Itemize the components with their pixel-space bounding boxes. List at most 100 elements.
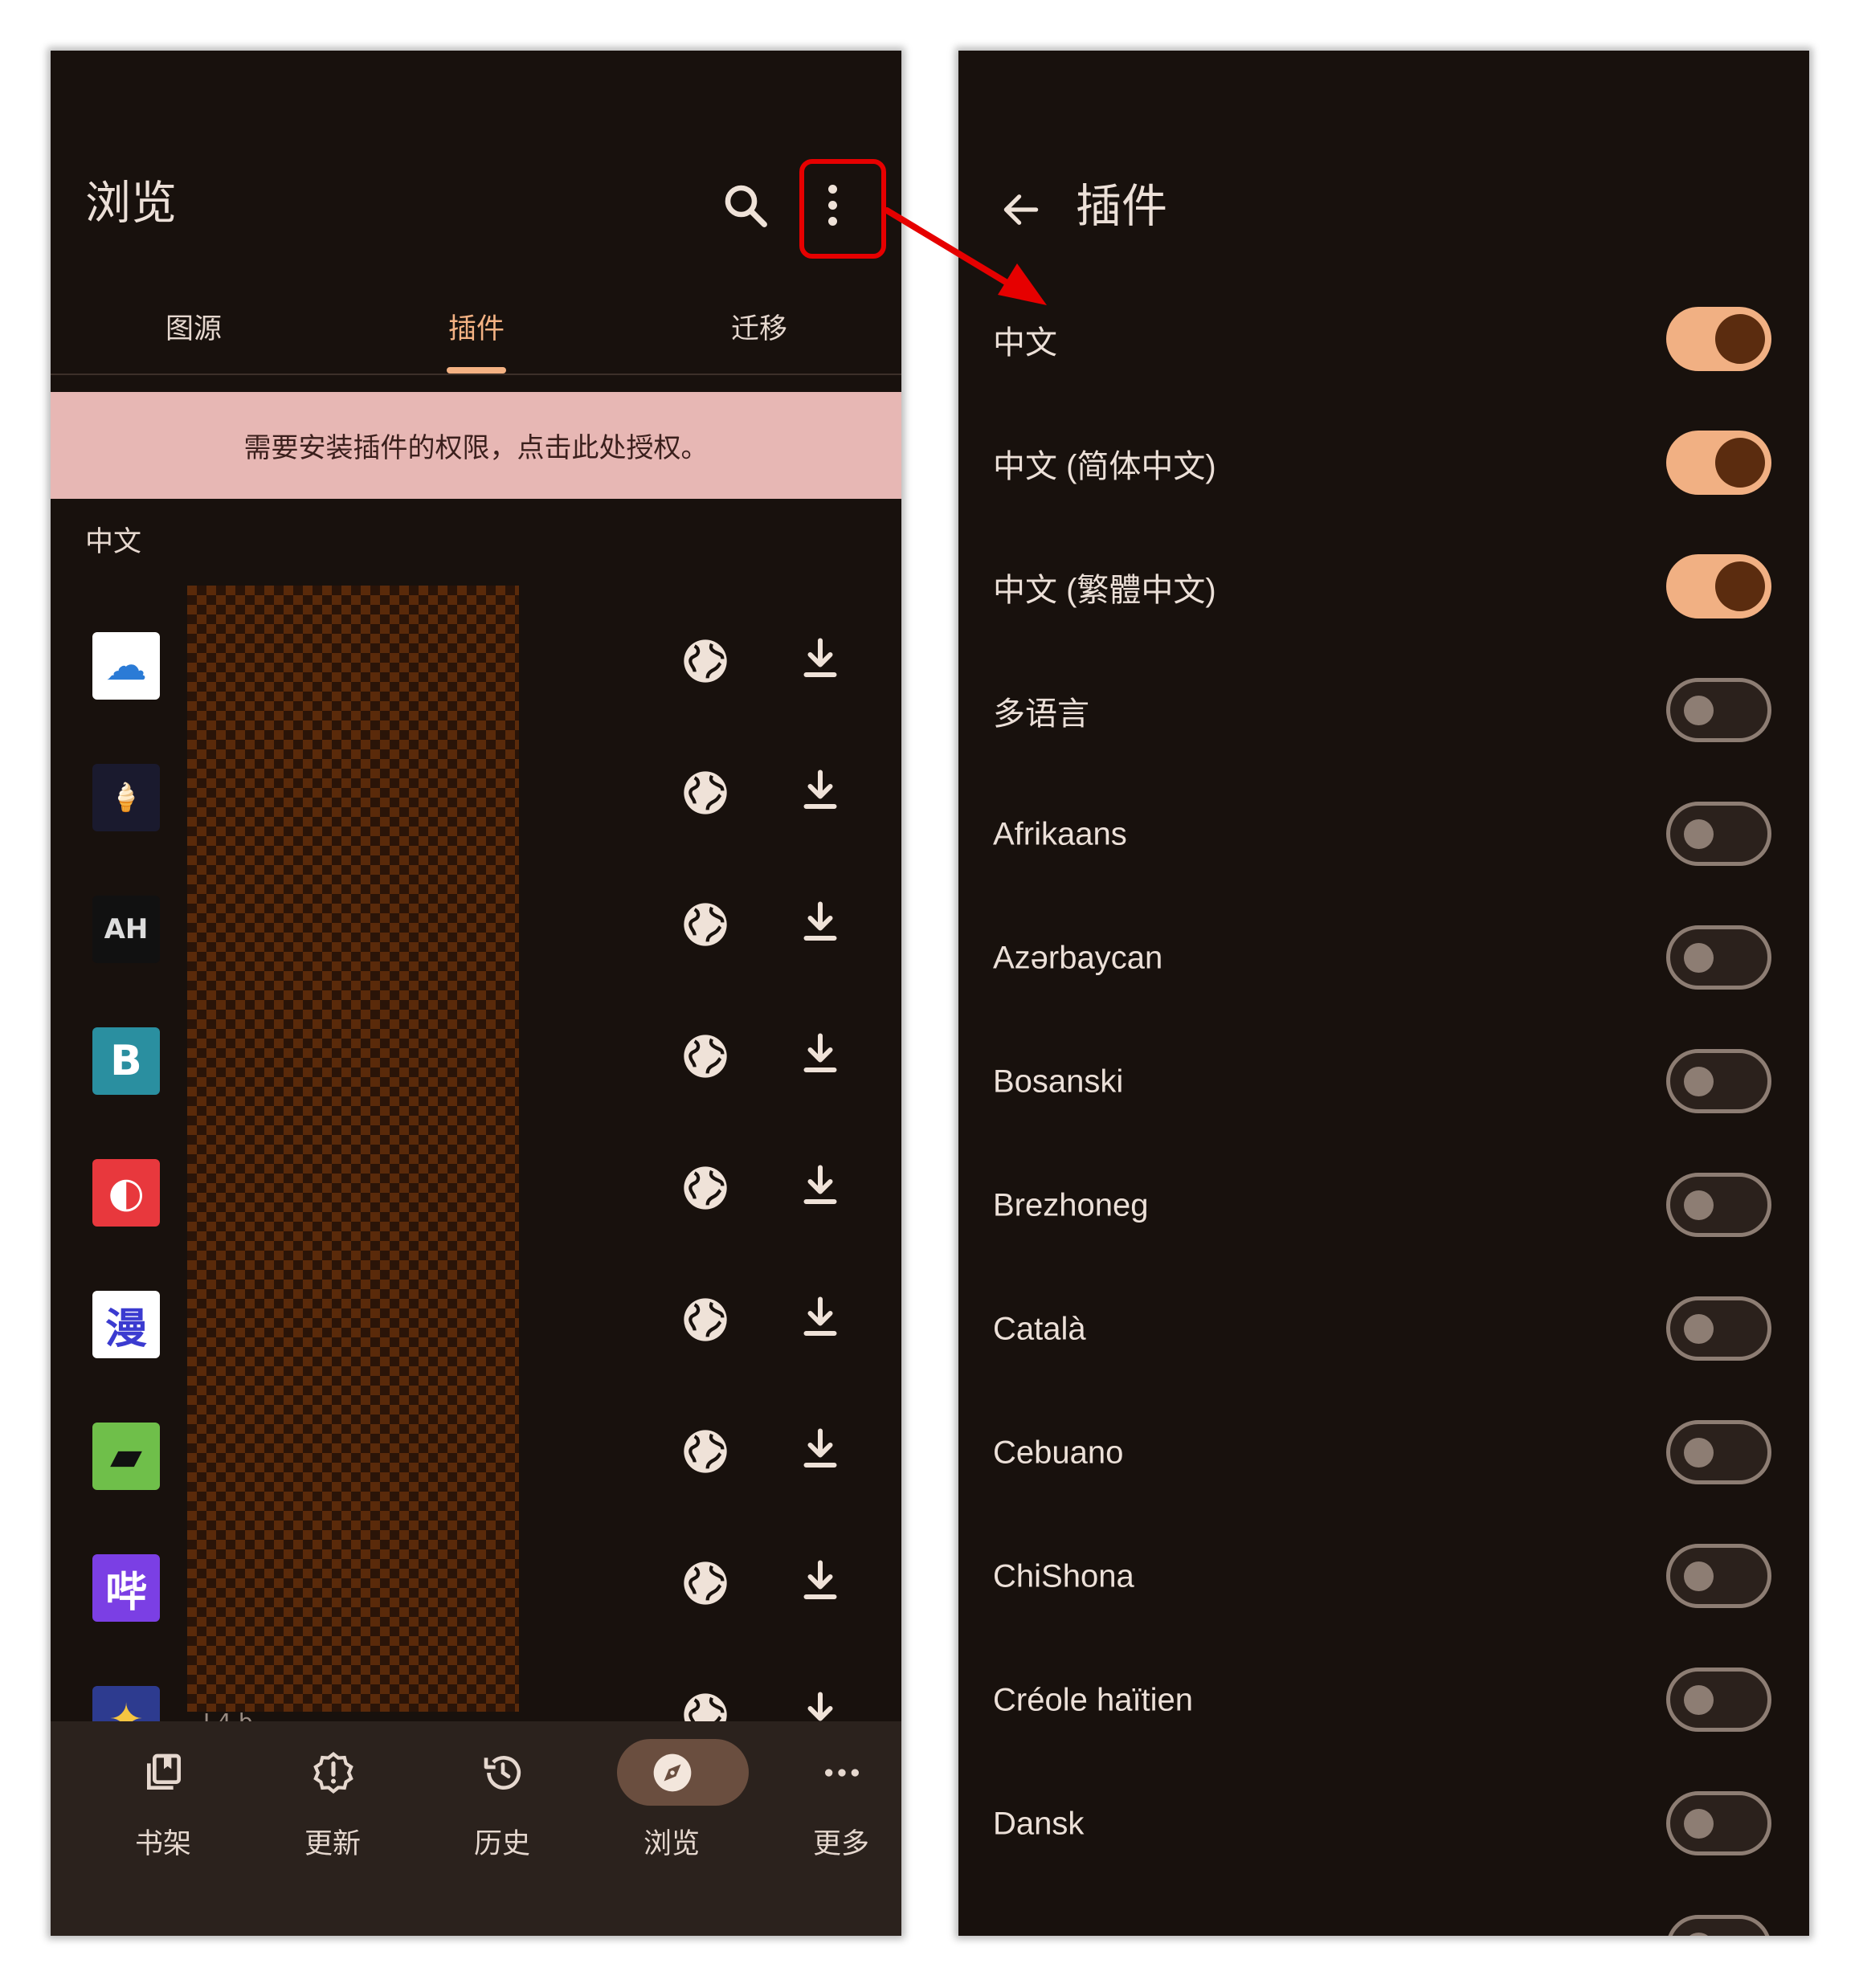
toggle-knob xyxy=(1684,1561,1714,1591)
language-label: Català xyxy=(993,1311,1086,1347)
language-label: 中文 (繁體中文) xyxy=(993,573,1216,608)
page-title: 插件 xyxy=(1076,180,1167,233)
language-row[interactable]: 中文 (繁體中文) xyxy=(958,525,1809,649)
language-row[interactable]: Cebuano xyxy=(958,1391,1809,1515)
globe-icon[interactable] xyxy=(680,1031,731,1082)
download-icon[interactable] xyxy=(796,1027,844,1080)
nav-item-0[interactable]: 书架 xyxy=(87,1739,239,1876)
b-letter-icon: B xyxy=(92,1027,160,1095)
language-toggle[interactable] xyxy=(1666,431,1771,495)
download-icon[interactable] xyxy=(796,764,844,817)
nav-label: 更新 xyxy=(304,1828,361,1860)
language-row[interactable]: Bosanski xyxy=(958,1020,1809,1144)
download-icon[interactable] xyxy=(796,1159,844,1212)
language-label: Brezhoneg xyxy=(993,1187,1149,1223)
download-icon[interactable] xyxy=(796,1291,844,1344)
nav-label: 历史 xyxy=(473,1828,530,1860)
page-title: 浏览 xyxy=(85,177,177,230)
language-label: ChiShona xyxy=(993,1558,1134,1594)
compass-icon xyxy=(650,1750,695,1795)
language-toggle[interactable] xyxy=(1666,554,1771,618)
language-row[interactable]: 中文 (简体中文) xyxy=(958,402,1809,525)
language-toggle[interactable] xyxy=(1666,307,1771,371)
redacted-area xyxy=(187,586,519,1712)
language-toggle[interactable] xyxy=(1666,1544,1771,1608)
nav-item-4[interactable]: 更多 xyxy=(765,1739,901,1876)
language-row[interactable]: Afrikaans xyxy=(958,773,1809,896)
search-icon[interactable] xyxy=(719,179,772,232)
globe-icon[interactable] xyxy=(680,1162,731,1214)
language-toggle[interactable] xyxy=(1666,802,1771,866)
language-label: 多语言 xyxy=(993,696,1089,732)
tab-indicator xyxy=(447,367,506,374)
globe-icon[interactable] xyxy=(680,1557,731,1609)
toggle-knob xyxy=(1684,696,1714,725)
nav-item-1[interactable]: 更新 xyxy=(256,1739,409,1876)
toggle-knob xyxy=(1715,438,1765,488)
language-label: 中文 xyxy=(993,325,1057,361)
language-toggle[interactable] xyxy=(1666,925,1771,990)
language-toggle[interactable] xyxy=(1666,1049,1771,1113)
toggle-knob xyxy=(1684,819,1714,849)
annotation-arrow xyxy=(884,207,1047,305)
download-icon[interactable] xyxy=(796,1554,844,1607)
92manhua-icon: ☁ xyxy=(92,632,160,700)
more-horizontal-icon xyxy=(819,1750,864,1795)
toggle-knob xyxy=(1684,1067,1714,1096)
tab-extensions[interactable]: 插件 xyxy=(356,306,597,347)
language-toggle[interactable] xyxy=(1666,1791,1771,1855)
toggle-knob xyxy=(1715,314,1765,364)
man-kanji-icon: 漫 xyxy=(92,1291,160,1358)
globe-icon[interactable] xyxy=(680,899,731,950)
toggle-knob xyxy=(1684,1933,1714,1936)
permission-banner[interactable]: 需要安装插件的权限，点击此处授权。 xyxy=(51,392,901,499)
globe-icon[interactable] xyxy=(680,635,731,687)
language-label: Dansk xyxy=(993,1806,1085,1842)
history-icon xyxy=(480,1750,525,1795)
language-toggle[interactable] xyxy=(1666,1915,1771,1936)
language-label: 中文 (简体中文) xyxy=(993,449,1216,484)
language-row[interactable] xyxy=(958,1886,1809,1936)
red-ring-icon: ◐ xyxy=(92,1159,160,1227)
tab-sources[interactable]: 图源 xyxy=(73,306,314,347)
language-toggle[interactable] xyxy=(1666,1668,1771,1732)
toggle-knob xyxy=(1684,1809,1714,1839)
language-row[interactable]: Català xyxy=(958,1268,1809,1391)
tab-divider xyxy=(51,374,901,375)
globe-icon[interactable] xyxy=(680,1426,731,1477)
language-label: Créole haïtien xyxy=(993,1682,1194,1718)
nav-item-3[interactable]: 浏览 xyxy=(595,1739,749,1876)
globe-icon[interactable] xyxy=(680,767,731,818)
language-row[interactable]: 多语言 xyxy=(958,649,1809,773)
crocodile-icon: ▰ xyxy=(92,1423,160,1490)
toggle-knob xyxy=(1684,943,1714,973)
extensions-filter-screen: 插件 中文中文 (简体中文) 中文 (繁體中文) 多语言 Afrikaans Azərb… xyxy=(958,51,1809,1936)
language-toggle[interactable] xyxy=(1666,1173,1771,1237)
language-toggle[interactable] xyxy=(1666,1420,1771,1484)
language-row[interactable]: Azərbaycan xyxy=(958,896,1809,1020)
language-label: Cebuano xyxy=(993,1435,1124,1471)
globe-icon[interactable] xyxy=(680,1294,731,1345)
language-row[interactable]: Brezhoneg xyxy=(958,1144,1809,1268)
ah-logo-icon: AH xyxy=(92,896,160,963)
download-icon[interactable] xyxy=(796,1423,844,1476)
language-row[interactable]: Créole haïtien xyxy=(958,1639,1809,1762)
download-icon[interactable] xyxy=(796,896,844,949)
library-icon xyxy=(141,1750,186,1795)
language-label: Afrikaans xyxy=(993,816,1127,852)
language-row[interactable]: ChiShona xyxy=(958,1515,1809,1639)
soft-serve-icon: 🍦 xyxy=(92,764,160,831)
nav-item-2[interactable]: 历史 xyxy=(426,1739,578,1876)
language-row[interactable]: Dansk xyxy=(958,1762,1809,1886)
download-icon[interactable] xyxy=(796,632,844,685)
language-toggle[interactable] xyxy=(1666,1296,1771,1361)
tab-migrate[interactable]: 迁移 xyxy=(639,306,880,347)
highlight-box xyxy=(799,159,886,259)
toggle-knob xyxy=(1684,1314,1714,1344)
language-row[interactable]: 中文 xyxy=(958,278,1809,402)
toggle-knob xyxy=(1715,561,1765,611)
nav-label: 书架 xyxy=(134,1828,191,1860)
section-header: 中文 xyxy=(85,526,142,558)
purple-comic-icon: 哔 xyxy=(92,1554,160,1622)
language-toggle[interactable] xyxy=(1666,678,1771,742)
